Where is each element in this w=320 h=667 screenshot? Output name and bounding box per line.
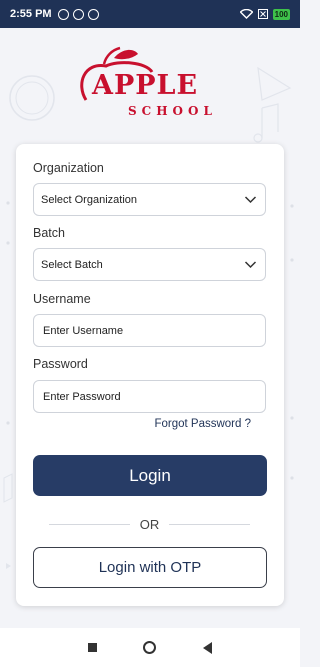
navigation-bar [0,628,300,667]
password-field[interactable]: Enter Password [33,380,266,413]
wifi-icon [239,9,253,19]
square-icon[interactable] [88,643,98,652]
chevron-down-icon [244,196,257,204]
divider-line [49,523,130,525]
close-box-icon [257,9,268,19]
alarm-icon [57,8,69,20]
login-card: Organization Select Organization Batch S… [16,144,284,606]
password-label: Password [33,357,88,371]
sync-icon [72,8,84,20]
divider-line [169,523,250,525]
status-time: 2:55 PM [10,8,52,20]
logo-sub-text: SCHOOL [128,104,217,118]
login-with-otp-button[interactable]: Login with OTP [33,547,267,588]
chevron-down-icon [244,261,257,269]
username-placeholder: Enter Username [43,324,124,337]
notification-icons [57,8,99,20]
or-text: OR [139,516,160,532]
batch-select-value: Select Batch [41,258,103,271]
password-placeholder: Enter Password [43,390,121,403]
login-button[interactable]: Login [33,455,267,496]
username-field[interactable]: Enter Username [33,314,266,347]
circle-icon[interactable] [143,641,157,654]
organization-label: Organization [33,161,104,175]
battery-icon: 100 [272,8,290,20]
forgot-password-link[interactable]: Forgot Password ? [154,418,251,430]
or-divider: OR [49,516,250,532]
organization-select-value: Select Organization [41,193,137,206]
organization-select[interactable]: Select Organization [33,183,266,216]
app-notification-icon [87,8,99,20]
batch-select[interactable]: Select Batch [33,248,266,281]
triangle-back-icon[interactable] [202,641,212,654]
logo-brand-text: APPLE [92,70,199,101]
apple-school-logo: APPLE SCHOOL [76,44,226,124]
status-bar: 2:55 PM 100 [0,0,300,28]
batch-label: Batch [33,226,65,240]
system-icons: 100 [239,8,290,20]
username-label: Username [33,292,91,306]
